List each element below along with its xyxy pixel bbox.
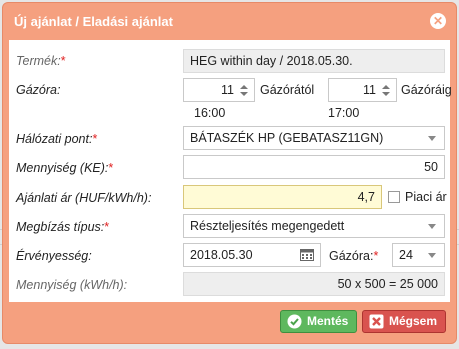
market-price-checkbox[interactable]: [388, 191, 400, 203]
cross-icon: [369, 314, 384, 329]
price-input[interactable]: 4,7: [183, 185, 382, 209]
product-field: HEG within day / 2018.05.30.: [183, 49, 445, 73]
offer-dialog: Új ajánlat / Eladási ajánlat ✕ Termék:* …: [2, 2, 457, 344]
quantity-label: Mennyiség (KE):*: [16, 161, 114, 175]
save-button-label: Mentés: [307, 314, 349, 328]
dialog-content: Termék:* HEG within day / 2018.05.30. Gá…: [9, 40, 452, 302]
chevron-down-icon: [428, 253, 436, 258]
quantity-kwh-field: 50 x 500 = 25 000: [183, 272, 445, 296]
dialog-footer: Mentés Mégsem: [9, 302, 450, 336]
hour-from-value: 11: [221, 83, 234, 97]
network-point-select[interactable]: BÁTASZÉK HP (GEBATASZ11GN): [183, 126, 445, 150]
product-label: Termék:*: [16, 54, 66, 68]
price-label: Ajánlati ár (HUF/kWh/h):: [16, 191, 152, 205]
hour-to-time: 17:00: [328, 106, 360, 120]
network-point-value: BÁTASZÉK HP (GEBATASZ11GN): [190, 131, 384, 145]
network-point-label: Hálózati pont:*: [16, 132, 98, 146]
hour-from-suffix: Gázórától: [260, 83, 315, 97]
dialog-titlebar[interactable]: Új ajánlat / Eladási ajánlat ✕: [3, 3, 456, 39]
validity-hour-label: Gázóra:*: [329, 249, 379, 263]
validity-hour-value: 24: [399, 248, 413, 262]
cancel-button-label: Mégsem: [389, 314, 438, 328]
gas-hour-label: Gázóra:: [16, 83, 61, 97]
close-icon[interactable]: ✕: [430, 13, 446, 29]
validity-hour-select[interactable]: 24: [392, 243, 445, 267]
calendar-icon[interactable]: [300, 249, 314, 261]
order-type-label: Megbízás típus:*: [16, 220, 110, 234]
market-price-label: Piaci ár: [405, 190, 447, 204]
stepper-down-icon[interactable]: [240, 92, 248, 96]
quantity-input[interactable]: 50: [183, 155, 445, 179]
hour-to-stepper[interactable]: 11: [328, 78, 397, 102]
cancel-button[interactable]: Mégsem: [362, 310, 447, 333]
hour-to-value: 11: [363, 83, 376, 97]
check-icon: [287, 314, 302, 329]
dialog-title: Új ajánlat / Eladási ajánlat: [14, 14, 173, 29]
order-type-value: Részteljesítés megengedett: [190, 219, 345, 233]
stepper-up-icon[interactable]: [240, 85, 248, 89]
hour-from-stepper[interactable]: 11: [183, 78, 255, 102]
validity-label: Érvényesség:: [16, 249, 92, 263]
quantity-kwh-label: Mennyiség (kWh/h):: [16, 278, 128, 292]
chevron-down-icon: [428, 224, 436, 229]
validity-date-input[interactable]: 2018.05.30: [183, 243, 321, 267]
chevron-down-icon: [428, 136, 436, 141]
order-type-select[interactable]: Részteljesítés megengedett: [183, 214, 445, 238]
stepper-up-icon[interactable]: [382, 85, 390, 89]
validity-date-value: 2018.05.30: [190, 248, 253, 262]
save-button[interactable]: Mentés: [280, 310, 358, 333]
stepper-down-icon[interactable]: [382, 92, 390, 96]
hour-to-suffix: Gázóráig: [401, 83, 452, 97]
hour-from-time: 16:00: [194, 106, 226, 120]
